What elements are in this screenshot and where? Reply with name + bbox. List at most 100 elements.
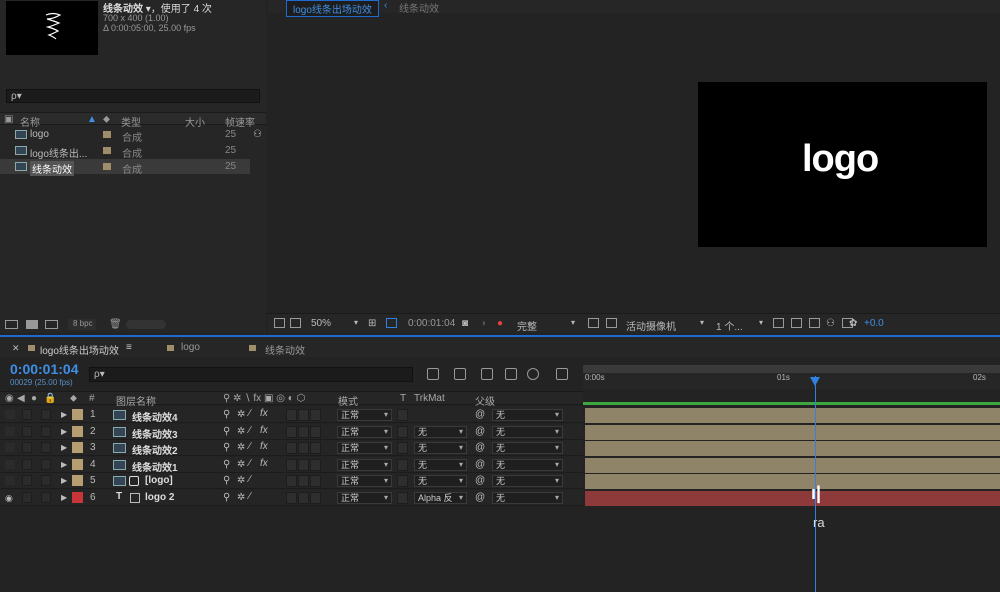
layer-row[interactable]: ▶ 2 线条动效3 ⚲ ✲ ∕ fx 正常 ▾ 无 ▾ @ 无 ▾ (0, 423, 583, 441)
shy-layers-icon[interactable] (481, 368, 493, 380)
project-search-input[interactable]: ρ▾ (6, 89, 260, 103)
fx-icon[interactable]: fx (260, 425, 268, 436)
preserve-transparency-toggle[interactable] (397, 475, 408, 487)
preserve-transparency-toggle[interactable] (397, 458, 408, 471)
motion-blur-icon[interactable] (527, 368, 539, 380)
layer-name[interactable]: 线条动效1 (132, 459, 178, 474)
exposure-value[interactable]: +0.0 (864, 318, 884, 329)
project-item-row[interactable]: logo线条出... 合成 25 (0, 143, 250, 160)
label-color-swatch[interactable] (103, 163, 111, 170)
composition-mini-flowchart-icon[interactable] (427, 368, 439, 380)
toggle-pixel-aspect-icon[interactable] (773, 318, 784, 328)
lock-toggle[interactable] (41, 409, 51, 420)
trkmat-select[interactable]: 无 ▾ (414, 425, 467, 438)
shy-switch-icon[interactable]: ⚲ (223, 426, 230, 437)
motion-blur-switch[interactable] (298, 409, 309, 421)
frame-blending-icon[interactable] (505, 368, 517, 380)
adjustment-switch[interactable] (310, 409, 321, 421)
layer-row[interactable]: ▶ 3 线条动效2 ⚲ ✲ ∕ fx 正常 ▾ 无 ▾ @ 无 ▾ (0, 440, 583, 457)
solo-toggle[interactable] (22, 409, 32, 420)
graph-editor-icon[interactable] (556, 368, 568, 380)
tab-logo[interactable]: logo (181, 342, 200, 353)
collapse-switch-icon[interactable]: ✲ (237, 442, 245, 453)
trash-icon[interactable]: 🗑 (109, 319, 122, 330)
preserve-transparency-toggle[interactable] (397, 409, 408, 421)
quality-switch-icon[interactable]: ∕ (249, 458, 251, 469)
frame-blend-switch[interactable] (286, 491, 297, 504)
layer-duration-bar[interactable] (585, 441, 1000, 456)
adjustment-switch[interactable] (310, 425, 321, 438)
fx-icon[interactable]: fx (260, 408, 268, 419)
blend-mode-select[interactable]: 正常 ▾ (337, 475, 392, 487)
close-icon[interactable]: ✕ (12, 343, 20, 354)
column-layer-name[interactable]: 图层名称 (116, 393, 156, 408)
camera-snapshot-icon[interactable]: ◙ (462, 318, 468, 329)
label-color-swatch[interactable] (103, 131, 111, 138)
frame-blend-switch[interactable] (286, 425, 297, 438)
playhead-handle[interactable] (810, 377, 820, 386)
tab-line-animation[interactable]: 线条动效 (399, 0, 439, 15)
frame-blend-switch[interactable] (286, 475, 297, 487)
label-color-swatch[interactable] (103, 147, 111, 154)
adjustment-switch[interactable] (310, 442, 321, 454)
lock-toggle[interactable] (41, 425, 51, 437)
solo-toggle[interactable] (22, 458, 32, 470)
adjustment-switch[interactable] (310, 491, 321, 504)
tab-menu-icon[interactable]: ≡ (126, 342, 132, 353)
layer-name[interactable]: logo 2 (145, 492, 174, 503)
frame-blend-switch[interactable] (286, 458, 297, 471)
layer-row[interactable]: ▶ 4 线条动效1 ⚲ ✲ ∕ fx 正常 ▾ 无 ▾ @ 无 ▾ (0, 456, 583, 474)
frame-blend-switch[interactable] (286, 409, 297, 421)
trkmat-select[interactable]: 无 ▾ (414, 475, 467, 487)
region-of-interest-icon[interactable] (588, 318, 599, 328)
pickwhip-icon[interactable]: @ (475, 442, 485, 453)
parent-select[interactable]: 无 ▾ (492, 425, 563, 438)
layer-label-color[interactable] (72, 409, 83, 420)
expand-triangle-icon[interactable]: ▶ (61, 476, 67, 485)
parent-select[interactable]: 无 ▾ (492, 442, 563, 454)
flowchart-icon[interactable]: ⚇ (253, 129, 262, 140)
pickwhip-icon[interactable]: @ (475, 492, 485, 503)
tab-logo-line-entrance[interactable]: logo线条出场动效 (286, 0, 379, 17)
zoom-select[interactable]: 50% (311, 318, 331, 329)
new-composition-icon[interactable] (45, 320, 58, 329)
composition-viewer[interactable]: logo (698, 82, 987, 247)
chevron-down-icon[interactable]: ▾ (700, 318, 704, 327)
layer-label-color[interactable] (72, 442, 83, 453)
motion-blur-switch[interactable] (298, 442, 309, 454)
chevron-down-icon[interactable]: ▾ (759, 318, 763, 327)
trkmat-select[interactable]: 无 ▾ (414, 442, 467, 454)
work-area-bar[interactable] (583, 365, 1000, 373)
layer-label-color[interactable] (72, 425, 83, 437)
show-snapshot-icon[interactable]: ◑ (480, 318, 486, 329)
sort-ascending-icon[interactable]: ▲ (87, 114, 97, 125)
parent-select[interactable]: 无 ▾ (492, 409, 563, 421)
trkmat-select[interactable]: 无 ▾ (414, 458, 467, 471)
monitor-icon[interactable] (290, 318, 301, 328)
adjustment-switch[interactable] (310, 475, 321, 487)
parent-select[interactable]: 无 ▾ (492, 475, 563, 487)
visibility-toggle[interactable] (5, 426, 15, 436)
collapse-switch-icon[interactable]: ✲ (237, 475, 245, 486)
pickwhip-icon[interactable]: @ (475, 459, 485, 470)
layer-row[interactable]: ▶ 5 [logo] ⚲ ✲ ∕ 正常 ▾ 无 ▾ @ 无 ▾ (0, 473, 583, 489)
collapse-switch-icon[interactable]: ✲ (237, 492, 245, 503)
camera-select[interactable]: 活动摄像机 (626, 318, 676, 333)
pickwhip-icon[interactable]: @ (475, 475, 485, 486)
visibility-toggle[interactable] (5, 410, 15, 419)
fx-icon[interactable]: fx (260, 458, 268, 469)
chevron-down-icon[interactable]: ▾ (354, 318, 358, 327)
layer-name[interactable]: 线条动效2 (132, 442, 178, 457)
expand-triangle-icon[interactable]: ▶ (61, 410, 67, 419)
expand-triangle-icon[interactable]: ▶ (61, 443, 67, 452)
expand-triangle-icon[interactable]: ▶ (61, 493, 67, 502)
chevron-down-icon[interactable]: ▾ (571, 318, 575, 327)
blend-mode-select[interactable]: 正常 ▾ (337, 442, 392, 454)
parent-select[interactable]: 无 ▾ (492, 491, 563, 504)
pickwhip-icon[interactable]: @ (475, 409, 485, 420)
motion-blur-switch[interactable] (298, 475, 309, 487)
mask-visibility-icon[interactable] (386, 318, 397, 328)
layer-label-color[interactable] (72, 458, 83, 470)
shy-switch-icon[interactable]: ⚲ (223, 459, 230, 470)
layer-duration-bar[interactable] (585, 474, 1000, 489)
